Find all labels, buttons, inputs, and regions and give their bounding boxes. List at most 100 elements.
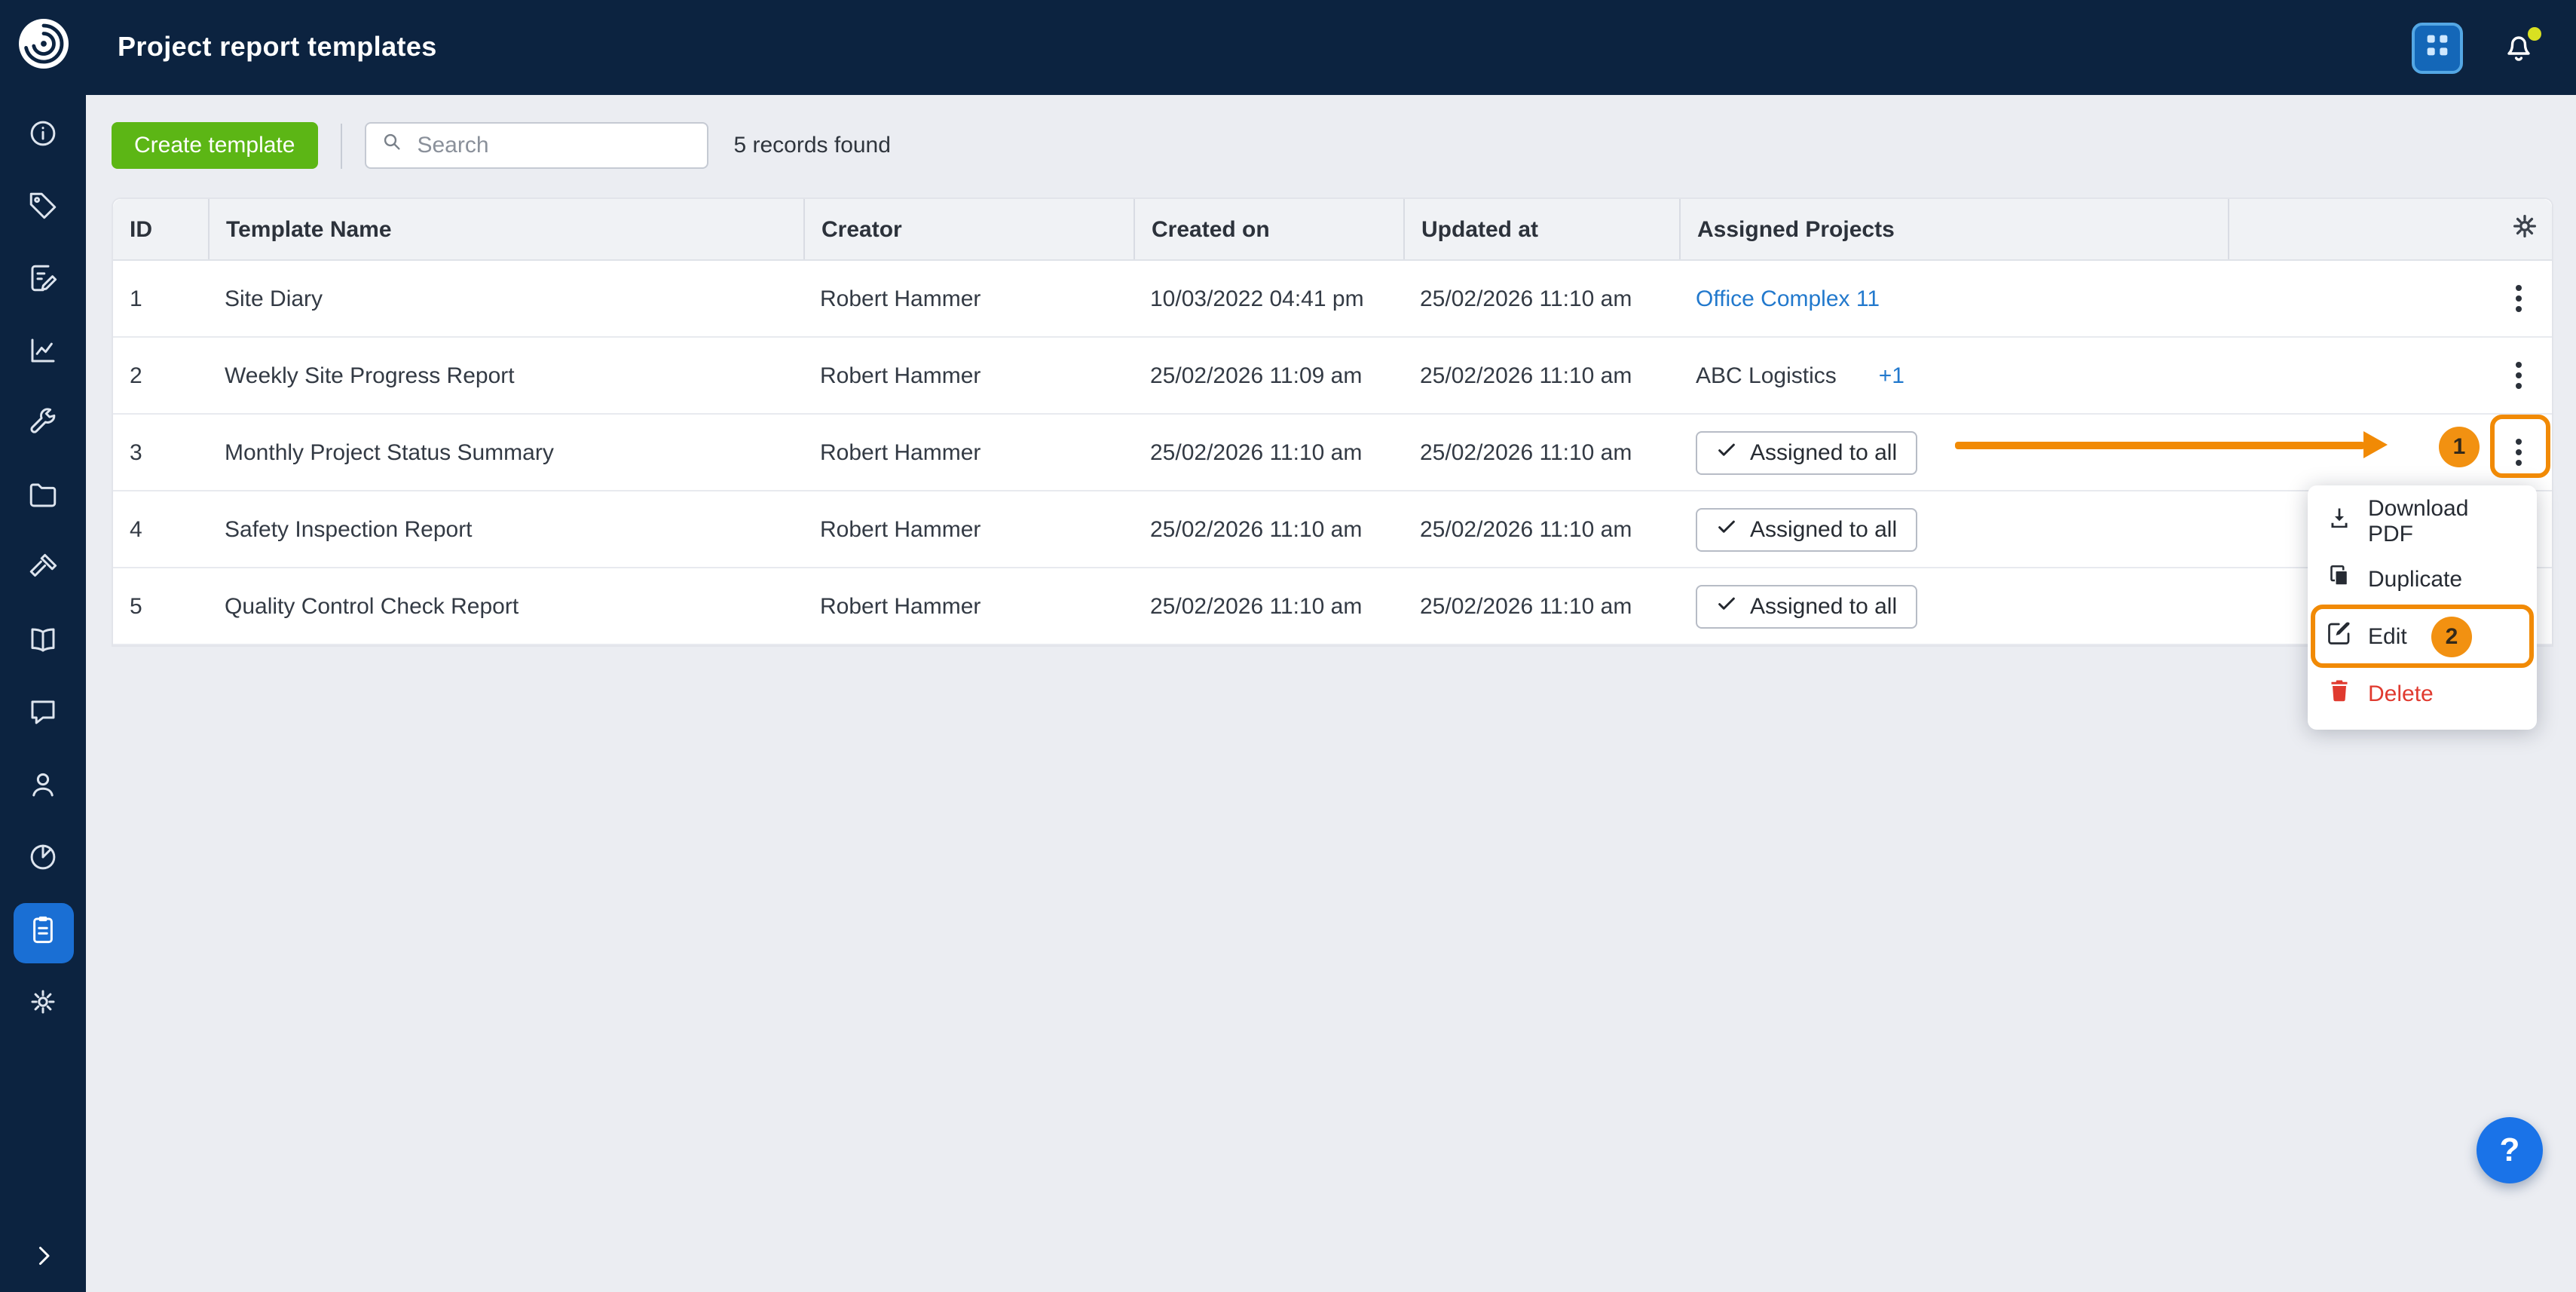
assigned-project-name: ABC Logistics <box>1696 363 1837 388</box>
table-row[interactable]: 5 Quality Control Check Report Robert Ha… <box>113 568 2552 645</box>
app-window: Project report templates Create template… <box>0 0 2576 1292</box>
cell-template-name: Monthly Project Status Summary <box>225 439 554 465</box>
cell-id: 1 <box>130 286 142 311</box>
sidebar-item-site-works[interactable] <box>13 541 73 602</box>
check-icon <box>1715 515 1738 543</box>
menu-item-duplicate[interactable]: Duplicate <box>2308 550 2537 608</box>
sidebar-item-contacts[interactable] <box>13 758 73 819</box>
sidebar-item-dashboard[interactable] <box>13 107 73 167</box>
check-icon <box>1715 438 1738 467</box>
table-row[interactable]: 4 Safety Inspection Report Robert Hammer… <box>113 491 2552 568</box>
info-icon <box>27 118 59 157</box>
cell-created-on: 25/02/2026 11:10 am <box>1150 593 1363 619</box>
toolbar-divider <box>340 123 342 168</box>
cell-created-on: 25/02/2026 11:10 am <box>1150 439 1363 465</box>
menu-item-download-pdf[interactable]: Download PDF <box>2308 493 2537 550</box>
cell-actions <box>2228 427 2552 478</box>
assigned-to-all-chip[interactable]: Assigned to all <box>1696 430 1917 474</box>
book-icon <box>27 624 59 663</box>
chevron-right-icon <box>29 1242 57 1277</box>
header-actions <box>2412 22 2541 73</box>
sidebar-item-tools[interactable] <box>13 396 73 457</box>
notifications-button[interactable] <box>2499 26 2541 67</box>
sidebar <box>0 0 86 1292</box>
assigned-to-all-chip[interactable]: Assigned to all <box>1696 507 1917 551</box>
edit-document-icon <box>27 262 59 302</box>
row-actions-kebab-button[interactable] <box>2498 273 2540 324</box>
cell-assigned-projects: Office Complex 11 <box>1679 286 2228 311</box>
column-header-id[interactable]: ID <box>113 199 208 259</box>
hammer-icon <box>27 552 59 591</box>
download-icon <box>2326 505 2353 538</box>
chart-icon <box>27 335 59 374</box>
sidebar-item-projects-folder[interactable] <box>13 469 73 529</box>
cell-actions <box>2228 350 2552 401</box>
templates-table: ID Template Name Creator Created on Upda… <box>112 197 2553 647</box>
table-settings-gear-icon[interactable] <box>2510 211 2540 247</box>
cell-created-on: 25/02/2026 11:09 am <box>1150 363 1363 388</box>
table-header: ID Template Name Creator Created on Upda… <box>113 199 2552 261</box>
apps-grid-button[interactable] <box>2412 22 2463 73</box>
cell-template-name: Weekly Site Progress Report <box>225 363 515 388</box>
sidebar-item-library-book[interactable] <box>13 614 73 674</box>
table-row[interactable]: 3 Monthly Project Status Summary Robert … <box>113 415 2552 491</box>
sidebar-item-settings[interactable] <box>13 975 73 1036</box>
assigned-to-all-chip[interactable]: Assigned to all <box>1696 584 1917 628</box>
tag-icon <box>27 190 59 229</box>
header: Project report templates <box>86 0 2576 95</box>
help-button[interactable]: ? <box>2477 1117 2543 1183</box>
sidebar-item-tasks[interactable] <box>13 252 73 312</box>
cell-creator: Robert Hammer <box>820 286 981 311</box>
search-box[interactable] <box>364 122 708 169</box>
cell-assigned-projects: ABC Logistics +1 <box>1679 363 2228 388</box>
table-row[interactable]: 1 Site Diary Robert Hammer 10/03/2022 04… <box>113 261 2552 338</box>
records-count: 5 records found <box>733 133 891 158</box>
app-logo <box>16 17 70 71</box>
sidebar-item-tags[interactable] <box>13 179 73 240</box>
cell-id: 3 <box>130 439 142 465</box>
assigned-project-link[interactable]: Office Complex 11 <box>1696 286 1880 311</box>
cell-creator: Robert Hammer <box>820 439 981 465</box>
cell-assigned-projects: Assigned to all <box>1679 507 2228 551</box>
cell-id: 5 <box>130 593 142 619</box>
column-header-creator[interactable]: Creator <box>803 199 1134 259</box>
column-header-updated-at[interactable]: Updated at <box>1403 199 1679 259</box>
chat-icon <box>27 697 59 736</box>
row-actions-kebab-button[interactable] <box>2498 350 2540 401</box>
cell-assigned-projects: Assigned to all <box>1679 584 2228 628</box>
menu-item-delete[interactable]: Delete <box>2308 665 2537 722</box>
menu-item-edit[interactable]: Edit <box>2308 608 2537 665</box>
apps-grid-icon <box>2422 30 2452 65</box>
sidebar-expand-button[interactable] <box>0 1242 86 1277</box>
cell-updated-at: 25/02/2026 11:10 am <box>1420 439 1632 465</box>
row-actions-menu: Download PDF Duplicate Edit Delete <box>2308 485 2537 730</box>
column-header-assigned-projects[interactable]: Assigned Projects <box>1679 199 2228 259</box>
sidebar-item-reports-chart[interactable] <box>13 324 73 384</box>
sidebar-item-messages[interactable] <box>13 686 73 746</box>
sidebar-item-report-templates[interactable] <box>13 903 73 963</box>
folder-icon <box>27 479 59 519</box>
duplicate-icon <box>2326 562 2353 595</box>
cell-updated-at: 25/02/2026 11:10 am <box>1420 286 1632 311</box>
cell-updated-at: 25/02/2026 11:10 am <box>1420 593 1632 619</box>
main-content: Create template 5 records found ID Templ… <box>86 95 2576 1292</box>
sidebar-nav <box>13 107 73 1036</box>
cell-created-on: 25/02/2026 11:10 am <box>1150 516 1363 542</box>
user-icon <box>27 769 59 808</box>
cell-creator: Robert Hammer <box>820 593 981 619</box>
column-header-template-name[interactable]: Template Name <box>208 199 803 259</box>
clipboard-icon <box>27 914 59 953</box>
cell-created-on: 10/03/2022 04:41 pm <box>1150 286 1364 311</box>
sidebar-item-analytics[interactable] <box>13 831 73 891</box>
cell-id: 2 <box>130 363 142 388</box>
create-template-button[interactable]: Create template <box>112 122 318 169</box>
column-header-created-on[interactable]: Created on <box>1134 199 1403 259</box>
cell-updated-at: 25/02/2026 11:10 am <box>1420 363 1632 388</box>
table-row[interactable]: 2 Weekly Site Progress Report Robert Ham… <box>113 338 2552 415</box>
row-actions-kebab-button[interactable] <box>2498 427 2540 478</box>
page-title: Project report templates <box>118 32 437 62</box>
search-input[interactable] <box>414 131 693 160</box>
assigned-more-link[interactable]: +1 <box>1879 363 1904 388</box>
cell-template-name: Safety Inspection Report <box>225 516 473 542</box>
cell-creator: Robert Hammer <box>820 516 981 542</box>
